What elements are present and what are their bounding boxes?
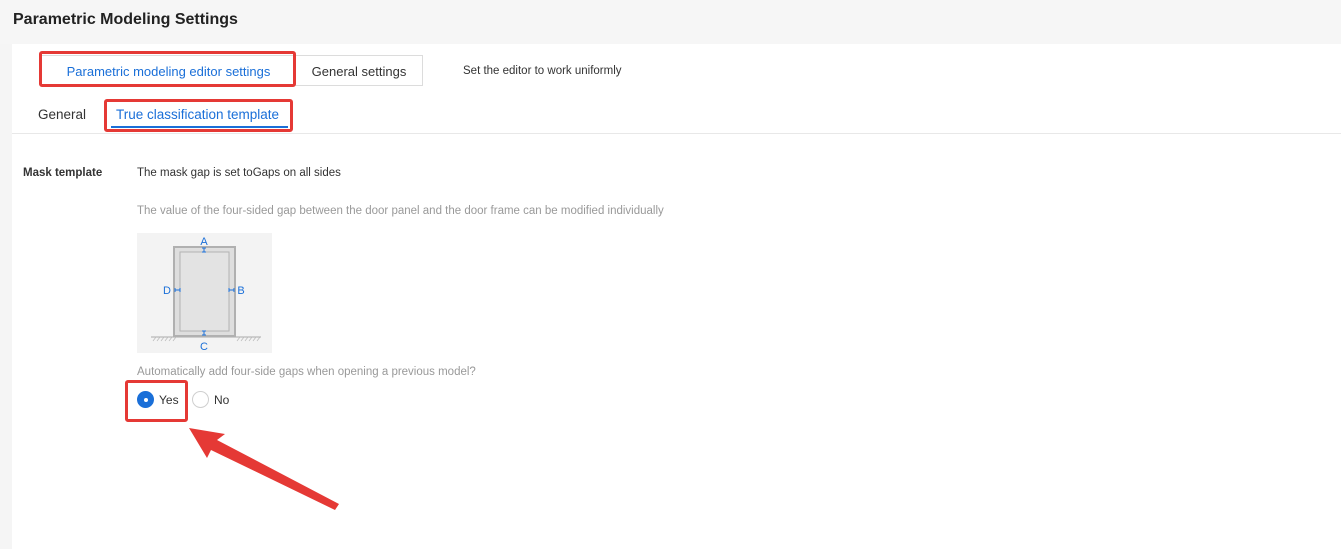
active-tab-indicator	[111, 126, 288, 128]
radio-yes-label[interactable]: Yes	[159, 393, 179, 407]
radio-no[interactable]	[192, 391, 209, 408]
mask-template-label: Mask template	[23, 167, 103, 179]
gap-label-c: C	[200, 341, 208, 353]
tab-parametric-editor-settings[interactable]: Parametric modeling editor settings	[41, 55, 296, 86]
tabs-divider	[12, 133, 1341, 134]
radio-no-label[interactable]: No	[214, 393, 229, 407]
tabs-note: Set the editor to work uniformly	[463, 65, 622, 77]
auto-gap-question: Automatically add four-side gaps when op…	[137, 366, 476, 378]
mask-gap-setting: The mask gap is set toGaps on all sides	[137, 167, 341, 179]
subtab-true-classification-template[interactable]: True classification template	[116, 107, 279, 122]
gap-label-a: A	[200, 236, 208, 248]
gap-label-b: B	[237, 285, 244, 297]
tab-general-settings[interactable]: General settings	[295, 55, 423, 86]
door-gap-diagram: A B C D	[137, 233, 272, 353]
annotation-arrow	[189, 428, 339, 510]
radio-yes[interactable]	[137, 391, 154, 408]
door-frame-illustration: A B C D	[151, 236, 261, 353]
gap-label-d: D	[163, 285, 171, 297]
page-title: Parametric Modeling Settings	[13, 11, 238, 28]
subtab-general[interactable]: General	[38, 107, 86, 122]
mask-gap-hint: The value of the four-sided gap between …	[137, 205, 664, 217]
title-bar: Parametric Modeling Settings	[0, 0, 1341, 44]
